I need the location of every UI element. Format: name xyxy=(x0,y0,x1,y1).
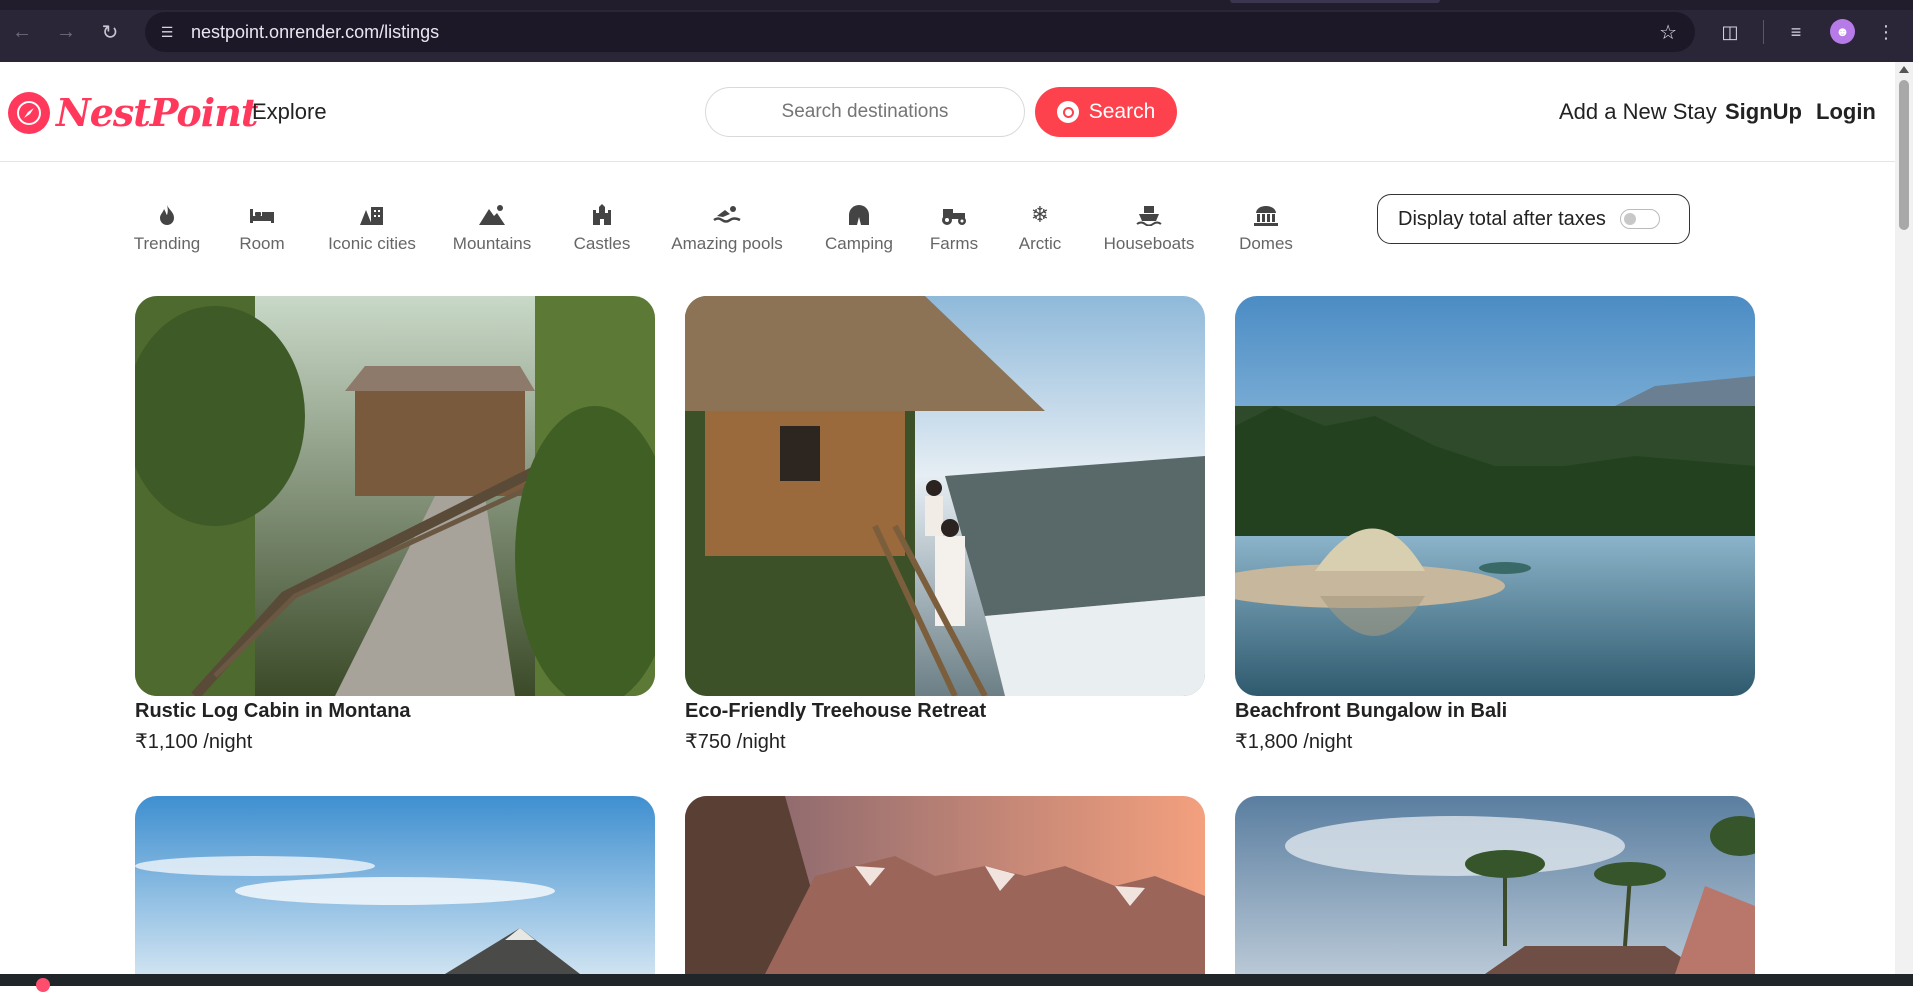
scrollbar-thumb[interactable] xyxy=(1899,80,1909,230)
os-taskbar xyxy=(0,974,1913,992)
filter-label: Iconic cities xyxy=(328,234,416,253)
filter-castles[interactable]: Castles xyxy=(552,200,652,254)
filter-label: Farms xyxy=(929,234,979,253)
add-stay-link[interactable]: Add a New Stay xyxy=(1559,99,1717,125)
tab-strip xyxy=(0,0,1913,10)
filter-trending[interactable]: Trending xyxy=(122,200,212,254)
more-menu-icon[interactable]: ⋮ xyxy=(1872,18,1900,46)
filter-room[interactable]: Room xyxy=(212,200,312,254)
listing-photo[interactable] xyxy=(685,796,1205,974)
compass-icon xyxy=(8,91,50,134)
scroll-up-arrow-icon[interactable] xyxy=(1899,66,1909,73)
explore-link[interactable]: Explore xyxy=(252,99,327,125)
listing-card[interactable]: Rustic Log Cabin in Montana ₹1,100 /nigh… xyxy=(135,296,655,754)
tax-toggle[interactable]: Display total after taxes xyxy=(1377,194,1690,244)
search-button-label: Search xyxy=(1088,100,1156,123)
filter-label: Camping xyxy=(824,234,894,253)
toolbar-divider xyxy=(1763,20,1764,44)
reload-icon[interactable]: ↻ xyxy=(96,18,124,46)
media-queue-icon[interactable]: ≡ xyxy=(1782,18,1810,46)
filter-label: Trending xyxy=(133,234,201,253)
dome-icon xyxy=(1253,200,1279,230)
search-button[interactable]: Search xyxy=(1035,87,1177,137)
filter-camping[interactable]: Camping xyxy=(802,200,916,254)
site-header: NestPoint Explore Search Add a New Stay … xyxy=(0,62,1895,162)
listing-title[interactable]: Beachfront Bungalow in Bali xyxy=(1235,700,1755,723)
category-filters: Trending Room Iconic cities Mountains Ca… xyxy=(122,200,1322,254)
filter-houseboats[interactable]: Houseboats xyxy=(1088,200,1210,254)
extensions-icon[interactable]: ◫ xyxy=(1716,18,1744,46)
listing-photo[interactable] xyxy=(135,296,655,696)
listing-photo[interactable] xyxy=(1235,296,1755,696)
filter-amazing-pools[interactable]: Amazing pools xyxy=(652,200,802,254)
bed-icon xyxy=(249,200,275,230)
snowflake-icon: ❄ xyxy=(1030,202,1050,227)
search-icon xyxy=(1056,101,1079,123)
profile-avatar-icon[interactable]: ☻ xyxy=(1830,19,1855,44)
tax-switch[interactable] xyxy=(1619,209,1660,229)
url-text[interactable]: nestpoint.onrender.com/listings xyxy=(191,22,439,43)
taskbar-app-icon[interactable] xyxy=(36,978,50,992)
filter-label: Amazing pools xyxy=(671,234,783,253)
castle-icon xyxy=(591,200,613,230)
filter-label: Houseboats xyxy=(1103,234,1195,253)
listing-photo[interactable] xyxy=(135,796,655,974)
listing-card[interactable] xyxy=(135,796,655,974)
filter-label: Arctic xyxy=(1018,234,1062,253)
filter-iconic-cities[interactable]: Iconic cities xyxy=(312,200,432,254)
back-arrow-icon[interactable]: ← xyxy=(8,18,36,46)
filter-mountains[interactable]: Mountains xyxy=(432,200,552,254)
flame-icon xyxy=(158,200,176,230)
tractor-icon xyxy=(940,200,968,230)
brand-name: NestPoint xyxy=(56,90,258,135)
listing-photo[interactable] xyxy=(685,296,1205,696)
listing-card[interactable]: Beachfront Bungalow in Bali ₹1,800 /nigh… xyxy=(1235,296,1755,754)
listing-card[interactable] xyxy=(1235,796,1755,974)
forward-arrow-icon[interactable]: → xyxy=(52,18,80,46)
bookmark-star-icon[interactable]: ☆ xyxy=(1659,20,1677,45)
listing-photo[interactable] xyxy=(1235,796,1755,974)
listing-title[interactable]: Eco-Friendly Treehouse Retreat xyxy=(685,700,1205,723)
address-bar[interactable]: ☰ nestpoint.onrender.com/listings ☆ xyxy=(145,12,1695,52)
listing-price: ₹1,800 /night xyxy=(1235,731,1353,753)
filter-domes[interactable]: Domes xyxy=(1210,200,1322,254)
tent-icon xyxy=(847,200,871,230)
filter-farms[interactable]: Farms xyxy=(916,200,992,254)
filter-label: Mountains xyxy=(452,234,532,253)
listing-price: ₹750 /night xyxy=(685,731,786,753)
filter-label: Castles xyxy=(573,234,631,253)
brand-logo[interactable]: NestPoint xyxy=(8,90,258,135)
tab-indicator xyxy=(1230,0,1440,3)
listing-card[interactable]: Eco-Friendly Treehouse Retreat ₹750 /nig… xyxy=(685,296,1205,754)
tax-toggle-label: Display total after taxes xyxy=(1398,207,1606,230)
login-link[interactable]: Login xyxy=(1816,99,1876,125)
site-info-icon[interactable]: ☰ xyxy=(157,22,177,42)
listing-price: ₹1,100 /night xyxy=(135,731,253,753)
filter-label: Room xyxy=(239,234,285,253)
listing-card[interactable] xyxy=(685,796,1205,974)
ship-icon xyxy=(1136,200,1162,230)
mountain-icon xyxy=(478,200,506,230)
signup-link[interactable]: SignUp xyxy=(1725,99,1802,125)
page-scrollbar[interactable] xyxy=(1895,62,1913,974)
search-input[interactable] xyxy=(705,87,1025,137)
swimmer-icon xyxy=(713,200,741,230)
city-icon xyxy=(359,200,385,230)
listing-title[interactable]: Rustic Log Cabin in Montana xyxy=(135,700,655,723)
filter-label: Domes xyxy=(1239,234,1293,253)
filter-arctic[interactable]: ❄ Arctic xyxy=(992,200,1088,254)
browser-chrome: ← → ↻ ☰ nestpoint.onrender.com/listings … xyxy=(0,0,1913,62)
